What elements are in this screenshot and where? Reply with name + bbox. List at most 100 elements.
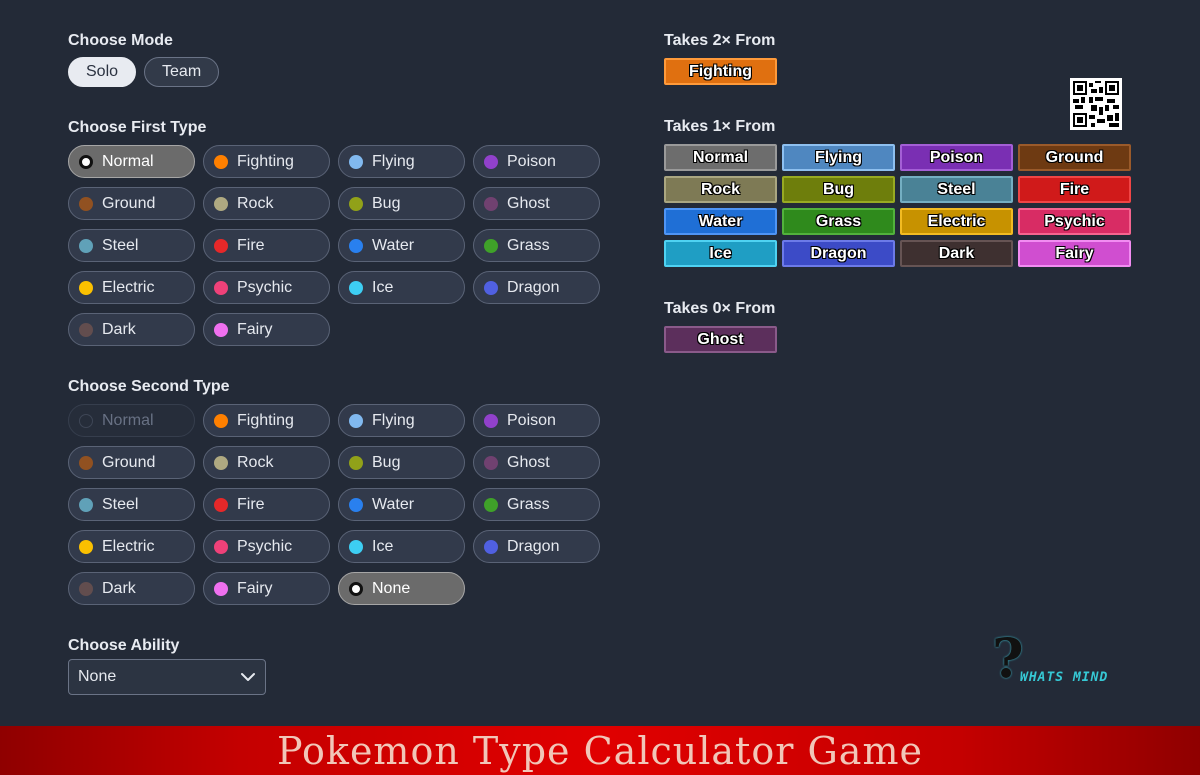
type-label: Normal xyxy=(102,411,154,429)
electric-dot-icon xyxy=(79,280,93,295)
water-dot-icon xyxy=(349,238,363,253)
type-label: Dragon xyxy=(507,278,560,296)
poison-dot-icon xyxy=(484,154,498,169)
second-type-fire[interactable]: Fire xyxy=(203,488,330,521)
takes-1x-poison-badge: Poison xyxy=(900,144,1013,171)
ability-select[interactable]: None xyxy=(68,659,266,695)
first-type-steel[interactable]: Steel xyxy=(68,229,195,262)
type-label: None xyxy=(372,579,411,597)
second-type-ice[interactable]: Ice xyxy=(338,530,465,563)
first-type-ghost[interactable]: Ghost xyxy=(473,187,600,220)
second-type-rock[interactable]: Rock xyxy=(203,446,330,479)
second-type-fairy[interactable]: Fairy xyxy=(203,572,330,605)
second-type-bug[interactable]: Bug xyxy=(338,446,465,479)
type-label: Fighting xyxy=(237,411,294,429)
dragon-dot-icon xyxy=(484,280,498,295)
fighting-dot-icon xyxy=(214,413,228,428)
takes-1x-dark-badge: Dark xyxy=(900,240,1013,267)
fire-dot-icon xyxy=(214,497,228,512)
type-label: Poison xyxy=(507,411,556,429)
second-type-psychic[interactable]: Psychic xyxy=(203,530,330,563)
first-type-flying[interactable]: Flying xyxy=(338,145,465,178)
type-label: Electric xyxy=(102,537,155,555)
type-label: Flying xyxy=(372,411,415,429)
second-type-water[interactable]: Water xyxy=(338,488,465,521)
takes-1x-water-badge: Water xyxy=(664,208,777,235)
second-type-dragon[interactable]: Dragon xyxy=(473,530,600,563)
first-type-grid: Normal Fighting Flying Poison Ground Rock Bug G… xyxy=(68,145,600,346)
title-banner: Pokemon Type Calculator Game xyxy=(0,726,1200,775)
second-type-electric[interactable]: Electric xyxy=(68,530,195,563)
second-type-normal: Normal xyxy=(68,404,195,437)
mode-team-button[interactable]: Team xyxy=(144,57,220,87)
first-type-grass[interactable]: Grass xyxy=(473,229,600,262)
rock-dot-icon xyxy=(214,196,228,211)
first-type-psychic[interactable]: Psychic xyxy=(203,271,330,304)
ice-dot-icon xyxy=(349,539,363,554)
mode-solo-button[interactable]: Solo xyxy=(68,57,137,87)
psychic-dot-icon xyxy=(214,280,228,295)
first-type-fairy[interactable]: Fairy xyxy=(203,313,330,346)
second-type-poison[interactable]: Poison xyxy=(473,404,600,437)
logo-text: WHATS MIND xyxy=(1020,670,1109,685)
type-label: Dark xyxy=(102,579,136,597)
dragon-dot-icon xyxy=(484,539,498,554)
first-type-rock[interactable]: Rock xyxy=(203,187,330,220)
first-type-fire[interactable]: Fire xyxy=(203,229,330,262)
takes-1x-ground-badge: Ground xyxy=(1018,144,1131,171)
banner-title: Pokemon Type Calculator Game xyxy=(277,728,923,773)
first-type-ground[interactable]: Ground xyxy=(68,187,195,220)
mode-toggle: Solo Team xyxy=(68,57,220,87)
type-label: Ice xyxy=(372,537,394,555)
type-label: Fairy xyxy=(237,579,273,597)
first-type-water[interactable]: Water xyxy=(338,229,465,262)
mode-heading: Choose Mode xyxy=(68,32,173,49)
rock-dot-icon xyxy=(214,455,228,470)
type-label: Water xyxy=(372,495,415,513)
second-type-heading: Choose Second Type xyxy=(68,378,230,395)
second-type-steel[interactable]: Steel xyxy=(68,488,195,521)
fire-dot-icon xyxy=(214,238,228,253)
takes-1x-psychic-badge: Psychic xyxy=(1018,208,1131,235)
first-type-bug[interactable]: Bug xyxy=(338,187,465,220)
second-type-dark[interactable]: Dark xyxy=(68,572,195,605)
normal-dot-icon xyxy=(79,154,93,169)
second-type-ground[interactable]: Ground xyxy=(68,446,195,479)
type-label: Steel xyxy=(102,236,139,254)
takes-1x-fairy-badge: Fairy xyxy=(1018,240,1131,267)
type-label: Bug xyxy=(372,194,401,212)
takes-2x-fighting-badge: Fighting xyxy=(664,58,777,85)
qr-code-icon xyxy=(1070,78,1122,130)
takes-1x-steel-badge: Steel xyxy=(900,176,1013,203)
first-type-dark[interactable]: Dark xyxy=(68,313,195,346)
second-type-ghost[interactable]: Ghost xyxy=(473,446,600,479)
ground-dot-icon xyxy=(79,455,93,470)
first-type-ice[interactable]: Ice xyxy=(338,271,465,304)
type-label: Normal xyxy=(102,152,154,170)
second-type-flying[interactable]: Flying xyxy=(338,404,465,437)
takes-0x-list: Ghost xyxy=(664,326,1131,353)
type-label: Psychic xyxy=(237,278,293,296)
second-type-none[interactable]: None xyxy=(338,572,465,605)
first-type-poison[interactable]: Poison xyxy=(473,145,600,178)
takes-0x-ghost-badge: Ghost xyxy=(664,326,777,353)
takes-2x-list: Fighting xyxy=(664,58,1131,85)
ghost-dot-icon xyxy=(484,455,498,470)
fighting-dot-icon xyxy=(214,154,228,169)
type-label: Fire xyxy=(237,236,265,254)
first-type-dragon[interactable]: Dragon xyxy=(473,271,600,304)
electric-dot-icon xyxy=(79,539,93,554)
fairy-dot-icon xyxy=(214,322,228,337)
takes-1x-list: Normal Flying Poison Ground Rock Bug Steel Fire… xyxy=(664,144,1131,267)
chevron-down-icon xyxy=(241,673,255,681)
bug-dot-icon xyxy=(349,455,363,470)
type-label: Poison xyxy=(507,152,556,170)
dark-dot-icon xyxy=(79,322,93,337)
second-type-fighting[interactable]: Fighting xyxy=(203,404,330,437)
first-type-fighting[interactable]: Fighting xyxy=(203,145,330,178)
first-type-electric[interactable]: Electric xyxy=(68,271,195,304)
type-label: Electric xyxy=(102,278,155,296)
takes-1x-grass-badge: Grass xyxy=(782,208,895,235)
first-type-normal[interactable]: Normal xyxy=(68,145,195,178)
second-type-grass[interactable]: Grass xyxy=(473,488,600,521)
